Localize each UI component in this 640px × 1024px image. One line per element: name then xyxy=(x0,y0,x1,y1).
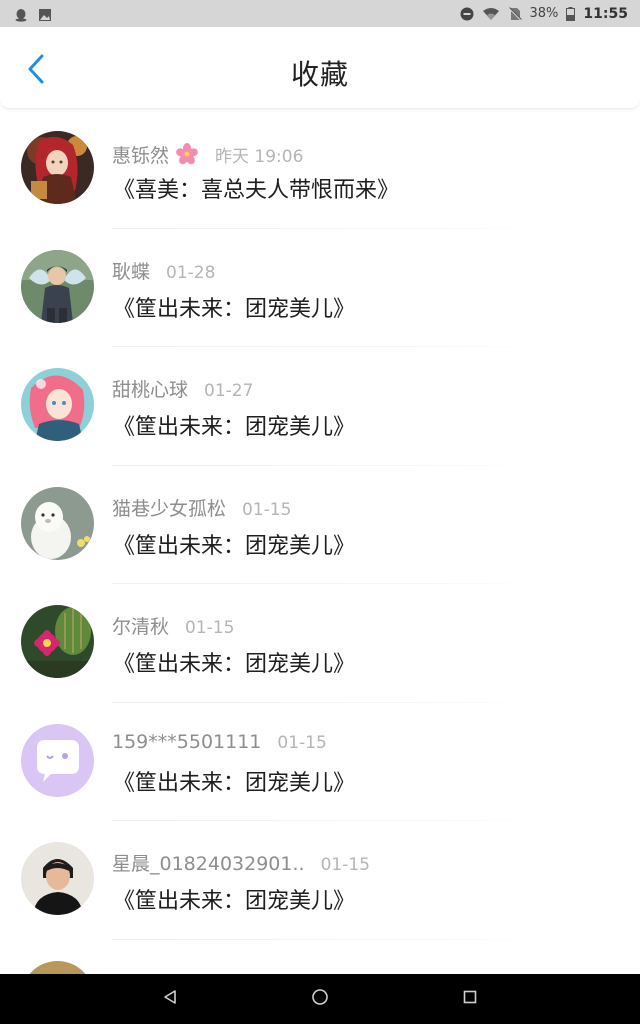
book-title[interactable]: 《喜美：喜总夫人带恨而来》 xyxy=(113,172,399,204)
post-time: 01-27 xyxy=(204,381,254,401)
post-time: 01-15 xyxy=(277,732,327,753)
dnd-icon xyxy=(460,7,474,21)
status-bar: 38% 11:55 xyxy=(0,0,640,27)
user-name[interactable]: 惠铄然 xyxy=(112,141,169,168)
anime-pink-hair-avatar[interactable] xyxy=(21,368,94,441)
favorites-list: 惠铄然 昨天 19:06 《喜美：喜总夫人带恨而来》 耿蝶 01-28 《筐出未… xyxy=(0,110,640,974)
user-name[interactable]: 甜桃心球 xyxy=(112,375,188,402)
item-meta: 尔清秋 01-15 xyxy=(112,612,234,639)
system-nav-bar xyxy=(0,974,640,1024)
user-name[interactable]: 159***5501111 xyxy=(112,731,261,753)
post-time: 01-15 xyxy=(185,618,235,638)
page-title: 收藏 xyxy=(290,58,349,91)
list-item[interactable]: 尔清秋 01-15 《筐出未来：团宠美儿》 xyxy=(0,584,640,703)
user-name[interactable]: 猫巷少女孤松 xyxy=(112,494,226,521)
status-right: 38% 11:55 xyxy=(460,6,628,22)
nav-back-button[interactable] xyxy=(95,974,245,1024)
user-name[interactable]: 星晨_01824032901.. xyxy=(112,849,305,876)
list-item[interactable]: 耿蝶 01-28 《筐出未来：团宠美儿》 xyxy=(0,229,640,347)
image-icon xyxy=(38,7,52,21)
book-title[interactable]: 《筐出未来：团宠美儿》 xyxy=(113,765,355,797)
list-item-partial[interactable] xyxy=(0,940,640,974)
avatar[interactable] xyxy=(21,960,94,974)
anime-girl-red-avatar[interactable] xyxy=(21,131,94,204)
list-item[interactable]: 159***5501111 01-15 《筐出未来：团宠美儿》 xyxy=(0,703,640,821)
item-meta: 159***5501111 01-15 xyxy=(112,731,327,753)
cactus-flower-avatar[interactable] xyxy=(21,605,94,678)
book-title[interactable]: 《筐出未来：团宠美儿》 xyxy=(113,646,355,678)
person-photo-avatar[interactable] xyxy=(21,842,94,915)
default-chat-bubble-avatar[interactable] xyxy=(21,723,94,797)
post-time: 01-28 xyxy=(166,262,216,283)
white-alpaca-avatar[interactable] xyxy=(21,486,94,560)
nav-back-icon xyxy=(162,989,178,1009)
header: 收藏 xyxy=(0,27,640,109)
item-meta: 甜桃心球 01-27 xyxy=(112,375,253,402)
list-item[interactable]: 甜桃心球 01-27 《筐出未来：团宠美儿》 xyxy=(0,347,640,466)
item-meta: 耿蝶 01-28 xyxy=(112,257,215,284)
clock: 11:55 xyxy=(583,5,628,22)
list-item[interactable]: 星晨_01824032901.. 01-15 《筐出未来：团宠美儿》 xyxy=(0,821,640,940)
item-meta: 星晨_01824032901.. 01-15 xyxy=(112,849,370,876)
user-name[interactable]: 尔清秋 xyxy=(112,612,169,639)
battery-icon xyxy=(566,6,576,21)
wifi-icon xyxy=(482,7,500,21)
item-meta: 惠铄然 昨天 19:06 xyxy=(112,138,303,168)
nav-home-icon xyxy=(311,988,329,1010)
nav-recents-icon xyxy=(462,989,478,1009)
book-title[interactable]: 《筐出未来：团宠美儿》 xyxy=(113,528,355,560)
list-item[interactable]: 猫巷少女孤松 01-15 《筐出未来：团宠美儿》 xyxy=(0,466,640,584)
boy-wings-avatar[interactable] xyxy=(21,249,94,323)
book-title[interactable]: 《筐出未来：团宠美儿》 xyxy=(113,291,355,323)
status-left xyxy=(14,7,52,22)
no-sim-icon xyxy=(507,6,522,21)
item-meta: 猫巷少女孤松 01-15 xyxy=(112,494,291,521)
nav-home-button[interactable] xyxy=(245,974,395,1024)
post-time: 01-15 xyxy=(242,499,292,520)
battery-percent: 38% xyxy=(529,6,559,21)
qq-penguin-icon xyxy=(14,7,28,22)
sakura-flower-icon xyxy=(175,142,199,166)
book-title[interactable]: 《筐出未来：团宠美儿》 xyxy=(113,409,355,441)
post-time: 01-15 xyxy=(320,855,370,875)
book-title[interactable]: 《筐出未来：团宠美儿》 xyxy=(113,883,355,915)
nav-recents-button[interactable] xyxy=(395,974,545,1024)
user-name[interactable]: 耿蝶 xyxy=(112,257,150,284)
list-item[interactable]: 惠铄然 昨天 19:06 《喜美：喜总夫人带恨而来》 xyxy=(0,110,640,229)
post-time: 昨天 19:06 xyxy=(215,147,304,167)
